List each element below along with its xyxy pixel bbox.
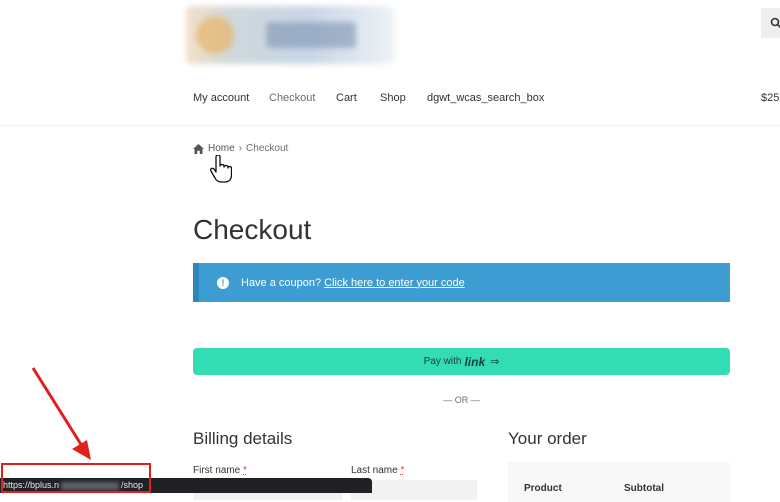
annotation-arrow-icon [31,367,91,460]
